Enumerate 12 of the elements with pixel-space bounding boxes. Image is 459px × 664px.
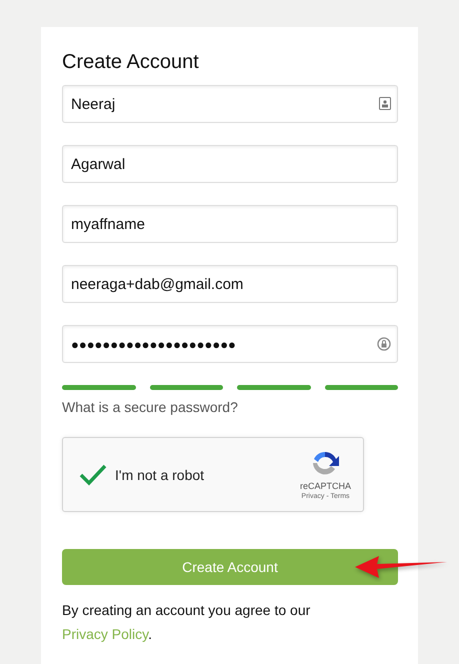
input-field[interactable]: myaffname [62,205,398,243]
password-field[interactable]: ●●●●●●●●●●●●●●●●●●●●● [62,325,398,363]
captcha-label: I'm not a robot [115,466,206,482]
input-field[interactable]: Agarwal [62,145,398,183]
input-field[interactable]: Neeraj [62,85,398,123]
agreement-text: By creating an account you agree to our Privacy Policy. [62,601,312,644]
input-field[interactable]: neeraga+dab@gmail.com [62,265,398,303]
key-icon[interactable] [377,337,391,351]
form-title: Create Account [62,51,200,74]
contact-card-icon[interactable] [379,97,391,110]
captcha-brand: reCAPTCHA [300,481,351,491]
password-help-link[interactable]: What is a secure password? [62,399,238,415]
